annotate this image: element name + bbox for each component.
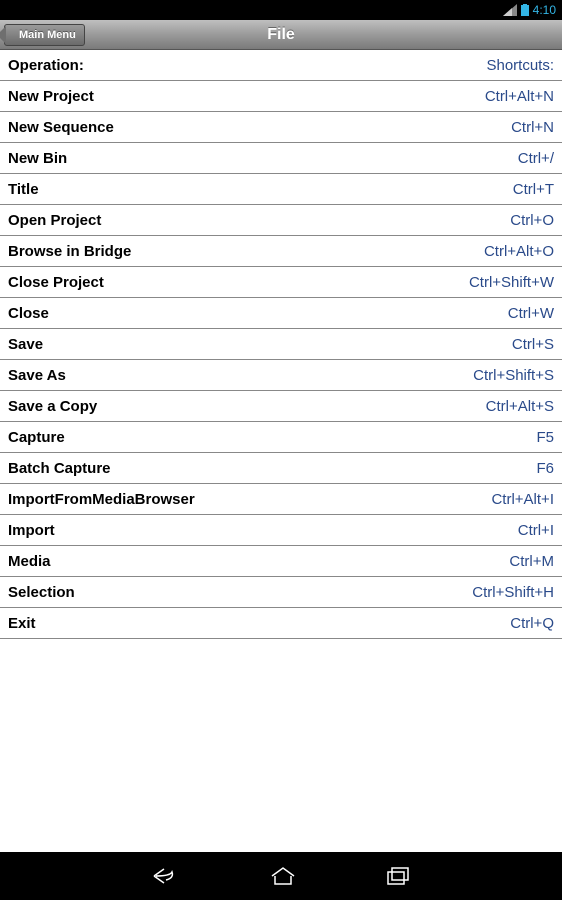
operation-label: Media bbox=[8, 553, 51, 570]
header-shortcuts: Shortcuts: bbox=[486, 57, 554, 74]
navigation-bar bbox=[0, 852, 562, 900]
shortcut-label: Ctrl+I bbox=[518, 522, 554, 539]
list-item[interactable]: Capture F5 bbox=[0, 422, 562, 453]
shortcut-label: Ctrl+W bbox=[508, 305, 554, 322]
operation-label: Save bbox=[8, 336, 43, 353]
shortcut-label: Ctrl+T bbox=[513, 181, 554, 198]
nav-recent-button[interactable] bbox=[386, 866, 410, 886]
app-bar: Main Menu File bbox=[0, 20, 562, 50]
shortcut-label: Ctrl+N bbox=[511, 119, 554, 136]
operation-label: Save a Copy bbox=[8, 398, 97, 415]
list-item[interactable]: ImportFromMediaBrowser Ctrl+Alt+I bbox=[0, 484, 562, 515]
header-operation: Operation: bbox=[8, 57, 84, 74]
operation-label: New Bin bbox=[8, 150, 67, 167]
operation-label: Close bbox=[8, 305, 49, 322]
shortcut-label: Ctrl+Shift+W bbox=[469, 274, 554, 291]
shortcut-label: Ctrl+Alt+I bbox=[491, 491, 554, 508]
shortcut-label: Ctrl+/ bbox=[518, 150, 554, 167]
list-item[interactable]: Exit Ctrl+Q bbox=[0, 608, 562, 639]
list-item[interactable]: Media Ctrl+M bbox=[0, 546, 562, 577]
operation-label: Open Project bbox=[8, 212, 101, 229]
operation-label: Capture bbox=[8, 429, 65, 446]
shortcut-label: Ctrl+M bbox=[509, 553, 554, 570]
list-item[interactable]: Open Project Ctrl+O bbox=[0, 205, 562, 236]
list-item[interactable]: New Project Ctrl+Alt+N bbox=[0, 81, 562, 112]
list-item[interactable]: New Bin Ctrl+/ bbox=[0, 143, 562, 174]
shortcut-label: Ctrl+Alt+S bbox=[486, 398, 554, 415]
back-button[interactable]: Main Menu bbox=[4, 24, 85, 46]
shortcut-label: F5 bbox=[536, 429, 554, 446]
list-item[interactable]: Close Project Ctrl+Shift+W bbox=[0, 267, 562, 298]
shortcut-label: Ctrl+Q bbox=[510, 615, 554, 632]
operation-label: Save As bbox=[8, 367, 66, 384]
operation-label: Browse in Bridge bbox=[8, 243, 131, 260]
list-item[interactable]: Batch Capture F6 bbox=[0, 453, 562, 484]
operation-label: ImportFromMediaBrowser bbox=[8, 491, 195, 508]
shortcut-list[interactable]: Operation: Shortcuts: New Project Ctrl+Al… bbox=[0, 50, 562, 852]
list-item[interactable]: New Sequence Ctrl+N bbox=[0, 112, 562, 143]
shortcut-label: Ctrl+Shift+H bbox=[472, 584, 554, 601]
operation-label: Close Project bbox=[8, 274, 104, 291]
shortcut-label: Ctrl+Shift+S bbox=[473, 367, 554, 384]
shortcut-label: Ctrl+O bbox=[510, 212, 554, 229]
operation-label: New Sequence bbox=[8, 119, 114, 136]
operation-label: Batch Capture bbox=[8, 460, 111, 477]
back-button-label: Main Menu bbox=[19, 29, 76, 41]
shortcut-label: Ctrl+Alt+O bbox=[484, 243, 554, 260]
status-time: 4:10 bbox=[533, 3, 556, 17]
operation-label: Import bbox=[8, 522, 55, 539]
list-item[interactable]: Save a Copy Ctrl+Alt+S bbox=[0, 391, 562, 422]
list-item[interactable]: Title Ctrl+T bbox=[0, 174, 562, 205]
operation-label: Exit bbox=[8, 615, 36, 632]
shortcut-label: Ctrl+Alt+N bbox=[485, 88, 554, 105]
status-bar: 4:10 bbox=[0, 0, 562, 20]
list-item[interactable]: Save Ctrl+S bbox=[0, 329, 562, 360]
nav-home-button[interactable] bbox=[270, 866, 296, 886]
operation-label: Title bbox=[8, 181, 39, 198]
list-item[interactable]: Import Ctrl+I bbox=[0, 515, 562, 546]
shortcut-label: Ctrl+S bbox=[512, 336, 554, 353]
signal-icon bbox=[503, 4, 517, 16]
battery-icon bbox=[521, 4, 529, 16]
operation-label: New Project bbox=[8, 88, 94, 105]
list-item[interactable]: Selection Ctrl+Shift+H bbox=[0, 577, 562, 608]
shortcut-label: F6 bbox=[536, 460, 554, 477]
operation-label: Selection bbox=[8, 584, 75, 601]
list-item[interactable]: Browse in Bridge Ctrl+Alt+O bbox=[0, 236, 562, 267]
list-item[interactable]: Close Ctrl+W bbox=[0, 298, 562, 329]
nav-back-button[interactable] bbox=[152, 866, 180, 886]
list-header: Operation: Shortcuts: bbox=[0, 50, 562, 81]
list-item[interactable]: Save As Ctrl+Shift+S bbox=[0, 360, 562, 391]
